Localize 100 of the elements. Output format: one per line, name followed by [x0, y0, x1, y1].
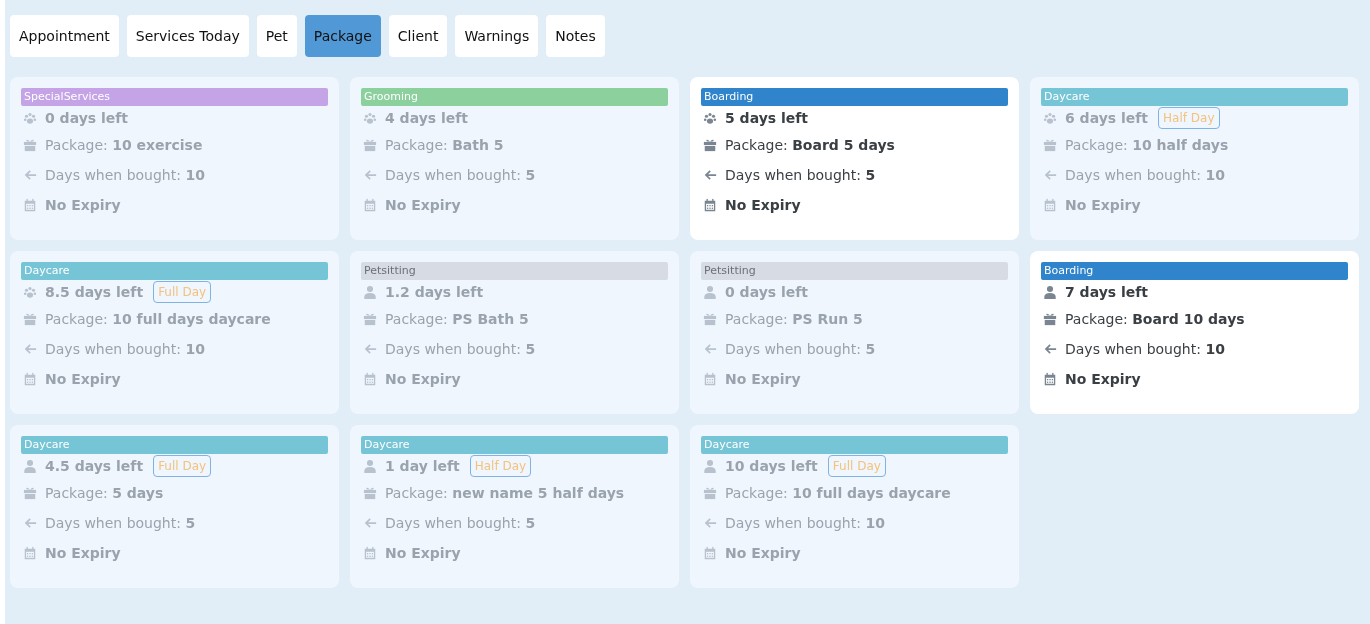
gift-icon [23, 486, 37, 500]
left-arrow-icon [363, 168, 377, 182]
days-left-text: 6 days left [1065, 108, 1149, 128]
calendar-icon [23, 546, 37, 560]
person-icon [703, 459, 717, 473]
calendar-icon [23, 372, 37, 386]
gift-icon [363, 312, 377, 326]
expiry-text: No Expiry [385, 195, 461, 215]
day-type-tag: Full Day [827, 455, 886, 477]
category-label: Boarding [701, 88, 1008, 106]
day-type-tag: Full Day [153, 455, 212, 477]
package-text: Package: PS Bath 5 [385, 309, 529, 329]
paw-icon [23, 285, 37, 299]
left-arrow-icon [1043, 342, 1057, 356]
calendar-icon [703, 546, 717, 560]
day-type-tag: Half Day [469, 455, 532, 477]
expiry-text: No Expiry [45, 195, 121, 215]
days-bought-text: Days when bought: 5 [385, 165, 536, 185]
days-bought-text: Days when bought: 5 [385, 339, 536, 359]
gift-icon [363, 138, 377, 152]
package-text: Package: PS Run 5 [725, 309, 863, 329]
calendar-icon [23, 198, 37, 212]
days-left-text: 7 days left [1065, 282, 1149, 302]
gift-icon [1043, 312, 1057, 326]
days-bought-text: Days when bought: 10 [1065, 339, 1225, 359]
left-arrow-icon [363, 516, 377, 530]
days-left-text: 1 day left [385, 456, 460, 476]
paw-icon [703, 111, 717, 125]
expiry-text: No Expiry [45, 369, 121, 389]
days-left-text: 0 days left [45, 108, 129, 128]
category-label: Daycare [1041, 88, 1348, 106]
calendar-icon [1043, 198, 1057, 212]
tab[interactable]: Services Today [126, 15, 249, 57]
category-label: Petsitting [361, 262, 668, 280]
days-left-text: 0 days left [725, 282, 809, 302]
tab[interactable]: Client [388, 15, 448, 57]
expiry-text: No Expiry [1065, 369, 1141, 389]
expiry-text: No Expiry [45, 543, 121, 563]
calendar-icon [363, 198, 377, 212]
calendar-icon [703, 198, 717, 212]
tab[interactable]: Pet [256, 15, 297, 57]
left-arrow-icon [23, 342, 37, 356]
left-arrow-icon [703, 516, 717, 530]
calendar-icon [703, 372, 717, 386]
days-left-text: 8.5 days left [45, 282, 144, 302]
person-icon [703, 285, 717, 299]
tab[interactable]: Appointment [10, 15, 119, 57]
category-label: Grooming [361, 88, 668, 106]
gift-icon [703, 486, 717, 500]
package-text: Package: Board 10 days [1065, 309, 1245, 329]
days-bought-text: Days when bought: 10 [1065, 165, 1225, 185]
package-text: Package: 10 exercise [45, 135, 203, 155]
days-bought-text: Days when bought: 5 [725, 165, 876, 185]
expiry-text: No Expiry [725, 543, 801, 563]
left-arrow-icon [703, 342, 717, 356]
calendar-icon [363, 372, 377, 386]
package-text: Package: 5 days [45, 483, 164, 503]
category-label: SpecialServices [21, 88, 328, 106]
left-arrow-icon [363, 342, 377, 356]
paw-icon [23, 111, 37, 125]
gift-icon [1043, 138, 1057, 152]
package-text: Package: 10 half days [1065, 135, 1229, 155]
left-arrow-icon [1043, 168, 1057, 182]
days-left-text: 5 days left [725, 108, 809, 128]
tab[interactable]: Notes [546, 15, 605, 57]
category-label: Petsitting [701, 262, 1008, 280]
person-icon [1043, 285, 1057, 299]
days-bought-text: Days when bought: 10 [45, 165, 205, 185]
package-text: Package: new name 5 half days [385, 483, 625, 503]
days-bought-text: Days when bought: 5 [725, 339, 876, 359]
days-bought-text: Days when bought: 5 [45, 513, 196, 533]
days-left-text: 4.5 days left [45, 456, 144, 476]
left-arrow-icon [23, 168, 37, 182]
left-arrow-icon [23, 516, 37, 530]
day-type-tag: Half Day [1158, 107, 1220, 129]
paw-icon [363, 111, 377, 125]
category-label: Daycare [701, 436, 1008, 454]
days-bought-text: Days when bought: 5 [385, 513, 536, 533]
calendar-icon [1043, 372, 1057, 386]
expiry-text: No Expiry [725, 369, 801, 389]
days-bought-text: Days when bought: 10 [45, 339, 205, 359]
gift-icon [703, 312, 717, 326]
expiry-text: No Expiry [725, 195, 801, 215]
category-label: Daycare [361, 436, 668, 454]
day-type-tag: Full Day [153, 281, 212, 303]
package-text: Package: 10 full days daycare [45, 309, 271, 329]
expiry-text: No Expiry [1065, 195, 1141, 215]
tab[interactable]: Package [304, 15, 381, 57]
person-icon [363, 285, 377, 299]
paw-icon [1043, 111, 1057, 125]
tab[interactable]: Warnings [455, 15, 539, 57]
expiry-text: No Expiry [385, 369, 461, 389]
gift-icon [363, 486, 377, 500]
package-text: Package: 10 full days daycare [725, 483, 951, 503]
gift-icon [703, 138, 717, 152]
category-label: Daycare [21, 262, 328, 280]
days-left-text: 10 days left [725, 456, 818, 476]
days-bought-text: Days when bought: 10 [725, 513, 885, 533]
left-arrow-icon [703, 168, 717, 182]
days-left-text: 4 days left [385, 108, 469, 128]
